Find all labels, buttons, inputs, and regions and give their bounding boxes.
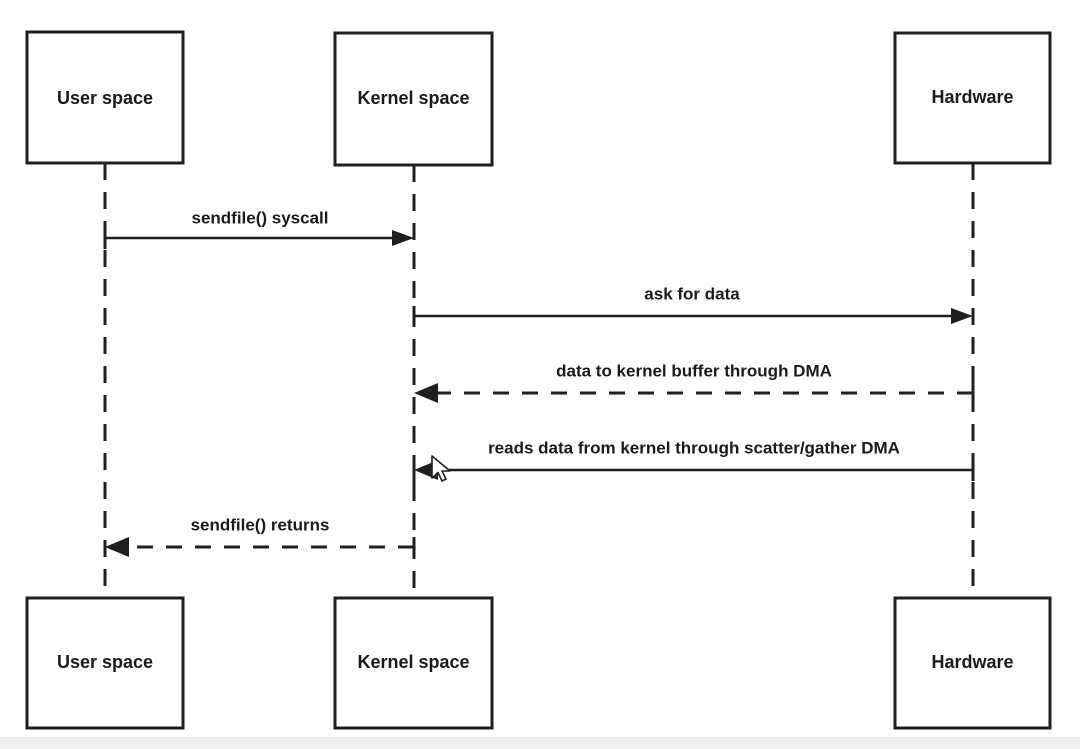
message-sendfile-syscall[interactable]: sendfile() syscall	[103, 208, 414, 249]
message-reads-data-scatter-gather[interactable]: reads data from kernel through scatter/g…	[412, 438, 975, 485]
bottom-edge-band	[0, 737, 1080, 749]
actor-box-hardware-top[interactable]: Hardware	[893, 31, 1052, 165]
actor-boxes-top: User space Kernel space Hardware	[25, 30, 1052, 167]
actor-box-user-space-top[interactable]: User space	[25, 30, 185, 165]
message-label-reads-data-scatter-gather: reads data from kernel through scatter/g…	[488, 438, 900, 457]
actor-box-hardware-bottom[interactable]: Hardware	[893, 596, 1052, 730]
arrowhead-right-icon	[392, 230, 414, 246]
message-label-data-to-kernel-buffer: data to kernel buffer through DMA	[556, 361, 832, 380]
actor-boxes-bottom: User space Kernel space Hardware	[25, 596, 1052, 730]
arrowhead-left-icon	[414, 383, 438, 403]
actor-label-user-space-top: User space	[57, 88, 153, 108]
arrowhead-left-icon	[105, 537, 129, 557]
actor-box-kernel-space-top[interactable]: Kernel space	[333, 31, 494, 167]
message-label-ask-for-data: ask for data	[644, 284, 740, 303]
arrowhead-left-icon	[414, 460, 438, 480]
actor-label-hardware-top: Hardware	[931, 87, 1013, 107]
message-ask-for-data[interactable]: ask for data	[412, 284, 973, 327]
sequence-diagram: User space Kernel space Hardware User sp…	[25, 30, 1052, 730]
actor-box-user-space-bottom[interactable]: User space	[25, 596, 185, 730]
message-data-to-kernel-buffer[interactable]: data to kernel buffer through DMA	[414, 361, 975, 404]
message-label-sendfile-syscall: sendfile() syscall	[191, 208, 328, 227]
actor-label-user-space-bottom: User space	[57, 652, 153, 672]
actor-label-kernel-space-bottom: Kernel space	[357, 652, 469, 672]
actor-box-kernel-space-bottom[interactable]: Kernel space	[333, 596, 494, 730]
arrowhead-right-icon	[951, 308, 973, 324]
diagram-canvas: User space Kernel space Hardware User sp…	[0, 0, 1080, 749]
message-sendfile-returns[interactable]: sendfile() returns	[105, 515, 416, 558]
message-label-sendfile-returns: sendfile() returns	[191, 515, 330, 534]
actor-label-hardware-bottom: Hardware	[931, 652, 1013, 672]
actor-label-kernel-space-top: Kernel space	[357, 88, 469, 108]
